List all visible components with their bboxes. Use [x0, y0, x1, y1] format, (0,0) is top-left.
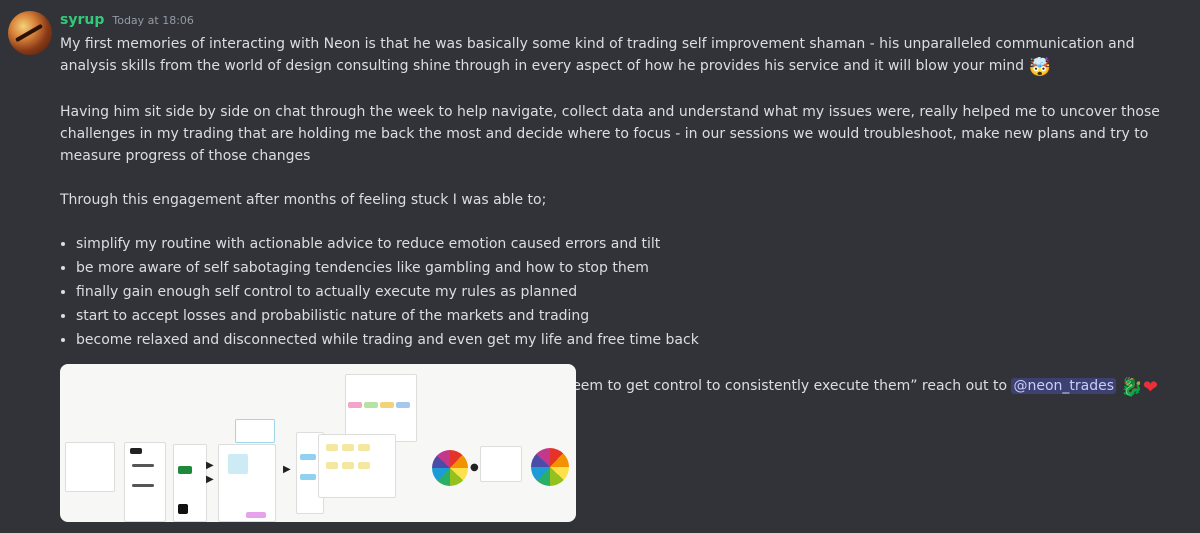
mind-blown-emoji-icon: 🤯	[1028, 57, 1051, 78]
timestamp: Today at 18:06	[112, 14, 194, 27]
paragraph-2: Having him sit side by side on chat thro…	[60, 104, 1160, 164]
message-header: syrup Today at 18:06	[60, 12, 194, 28]
list-item: be more aware of self sabotaging tendenc…	[76, 257, 1185, 279]
message-content: My first memories of interacting with Ne…	[60, 33, 1185, 399]
image-attachment[interactable]: ▶ ▶ ▶ ▶ ●	[60, 364, 576, 522]
user-avatar[interactable]	[8, 11, 52, 55]
thumb-mindmap	[65, 442, 115, 492]
username[interactable]: syrup	[60, 12, 104, 28]
thumb-chart	[480, 446, 522, 482]
thumb-wheel-1	[432, 450, 468, 486]
arrow-icon: ▶	[206, 460, 214, 471]
heart-emoji-icon: ❤	[1142, 377, 1158, 398]
user-mention[interactable]: @neon_trades	[1011, 378, 1117, 394]
list-item: start to accept losses and probabilistic…	[76, 305, 1185, 327]
arrow-icon: ●	[470, 462, 479, 473]
bullet-list: simplify my routine with actionable advi…	[60, 233, 1185, 351]
paragraph-3: Through this engagement after months of …	[60, 192, 547, 208]
paragraph-1: My first memories of interacting with Ne…	[60, 36, 1135, 78]
list-item: become relaxed and disconnected while tr…	[76, 329, 1185, 351]
arrow-icon: ▶	[206, 474, 214, 485]
arrow-icon: ▶	[283, 464, 291, 475]
thumb-grid	[345, 374, 417, 442]
thumb-notes	[124, 442, 166, 522]
list-item: simplify my routine with actionable advi…	[76, 233, 1185, 255]
dragon-emoji-icon: 🐉	[1120, 377, 1143, 398]
thumb-wheel-2	[531, 448, 569, 486]
list-item: finally gain enough self control to actu…	[76, 281, 1185, 303]
